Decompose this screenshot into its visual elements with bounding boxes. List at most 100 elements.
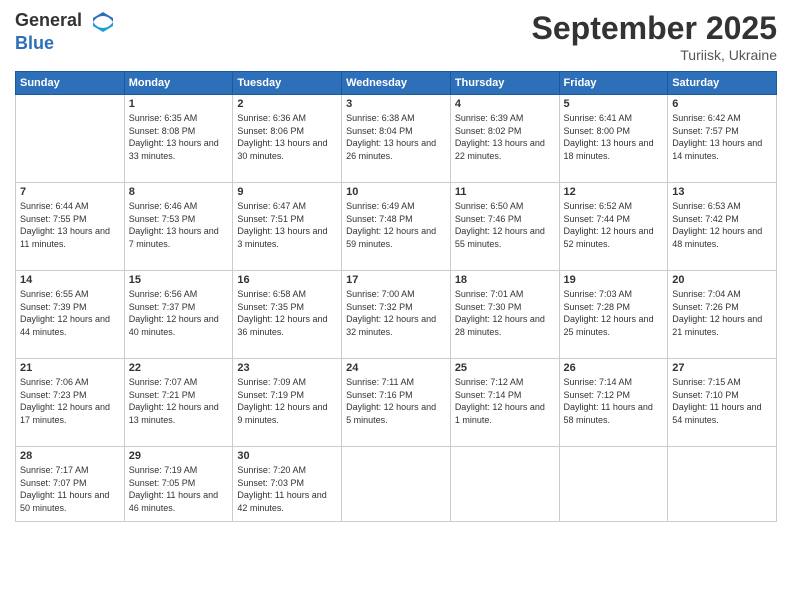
sunset: Sunset: 8:02 PM	[455, 125, 555, 138]
day-number: 21	[20, 362, 120, 374]
calendar-cell: 19Sunrise: 7:03 AMSunset: 7:28 PMDayligh…	[559, 271, 668, 359]
sunrise: Sunrise: 6:44 AM	[20, 200, 120, 213]
daylight-line2: 42 minutes.	[237, 502, 337, 515]
daylight-line2: 52 minutes.	[564, 238, 664, 251]
calendar-cell	[559, 447, 668, 522]
daylight-line2: 48 minutes.	[672, 238, 772, 251]
sunset: Sunset: 7:57 PM	[672, 125, 772, 138]
daylight-line2: 22 minutes.	[455, 150, 555, 163]
daylight-line2: 21 minutes.	[672, 326, 772, 339]
day-number: 20	[672, 274, 772, 286]
day-number: 1	[129, 98, 229, 110]
calendar-week-3: 21Sunrise: 7:06 AMSunset: 7:23 PMDayligh…	[16, 359, 777, 447]
header-monday: Monday	[124, 72, 233, 95]
daylight-line1: Daylight: 13 hours and	[20, 225, 120, 238]
day-number: 4	[455, 98, 555, 110]
header-friday: Friday	[559, 72, 668, 95]
day-number: 13	[672, 186, 772, 198]
daylight-line1: Daylight: 11 hours and	[237, 489, 337, 502]
day-number: 25	[455, 362, 555, 374]
day-number: 8	[129, 186, 229, 198]
daylight-line2: 55 minutes.	[455, 238, 555, 251]
header: General Blue September 2025 Turiisk, Ukr…	[15, 10, 777, 63]
calendar-cell: 15Sunrise: 6:56 AMSunset: 7:37 PMDayligh…	[124, 271, 233, 359]
calendar-cell: 12Sunrise: 6:52 AMSunset: 7:44 PMDayligh…	[559, 183, 668, 271]
daylight-line1: Daylight: 12 hours and	[129, 313, 229, 326]
sunrise: Sunrise: 6:41 AM	[564, 112, 664, 125]
daylight-line1: Daylight: 11 hours and	[564, 401, 664, 414]
sunrise: Sunrise: 7:09 AM	[237, 376, 337, 389]
calendar-cell: 9Sunrise: 6:47 AMSunset: 7:51 PMDaylight…	[233, 183, 342, 271]
sunrise: Sunrise: 7:11 AM	[346, 376, 446, 389]
daylight-line2: 40 minutes.	[129, 326, 229, 339]
calendar-cell: 25Sunrise: 7:12 AMSunset: 7:14 PMDayligh…	[450, 359, 559, 447]
day-number: 14	[20, 274, 120, 286]
daylight-line1: Daylight: 12 hours and	[346, 225, 446, 238]
day-number: 7	[20, 186, 120, 198]
daylight-line2: 11 minutes.	[20, 238, 120, 251]
day-number: 19	[564, 274, 664, 286]
calendar-cell: 10Sunrise: 6:49 AMSunset: 7:48 PMDayligh…	[342, 183, 451, 271]
logo-blue: Blue	[15, 34, 115, 54]
month-title: September 2025	[532, 10, 777, 47]
daylight-line2: 50 minutes.	[20, 502, 120, 515]
daylight-line2: 59 minutes.	[346, 238, 446, 251]
sunrise: Sunrise: 6:58 AM	[237, 288, 337, 301]
day-number: 16	[237, 274, 337, 286]
header-wednesday: Wednesday	[342, 72, 451, 95]
calendar-cell: 30Sunrise: 7:20 AMSunset: 7:03 PMDayligh…	[233, 447, 342, 522]
sunset: Sunset: 7:37 PM	[129, 301, 229, 314]
calendar-cell: 1Sunrise: 6:35 AMSunset: 8:08 PMDaylight…	[124, 95, 233, 183]
calendar-cell: 4Sunrise: 6:39 AMSunset: 8:02 PMDaylight…	[450, 95, 559, 183]
calendar-cell: 26Sunrise: 7:14 AMSunset: 7:12 PMDayligh…	[559, 359, 668, 447]
daylight-line1: Daylight: 12 hours and	[455, 225, 555, 238]
day-number: 10	[346, 186, 446, 198]
sunrise: Sunrise: 6:42 AM	[672, 112, 772, 125]
calendar-cell: 29Sunrise: 7:19 AMSunset: 7:05 PMDayligh…	[124, 447, 233, 522]
sunrise: Sunrise: 6:53 AM	[672, 200, 772, 213]
day-number: 30	[237, 450, 337, 462]
sunrise: Sunrise: 7:12 AM	[455, 376, 555, 389]
sunrise: Sunrise: 7:17 AM	[20, 464, 120, 477]
header-thursday: Thursday	[450, 72, 559, 95]
daylight-line2: 14 minutes.	[672, 150, 772, 163]
logo: General Blue	[15, 10, 115, 54]
day-number: 26	[564, 362, 664, 374]
calendar-cell: 21 Sunrise: 7:06 AMSunset: 7:23 PMDayligh…	[16, 359, 125, 447]
sunrise: Sunrise: 6:38 AM	[346, 112, 446, 125]
daylight-line1: Daylight: 12 hours and	[455, 313, 555, 326]
sunset: Sunset: 7:10 PM	[672, 389, 772, 402]
daylight-line2: 54 minutes.	[672, 414, 772, 427]
calendar-cell: 20Sunrise: 7:04 AMSunset: 7:26 PMDayligh…	[668, 271, 777, 359]
calendar-cell: 5Sunrise: 6:41 AMSunset: 8:00 PMDaylight…	[559, 95, 668, 183]
day-number: 6	[672, 98, 772, 110]
daylight-line1: Daylight: 12 hours and	[20, 401, 120, 414]
sunrise: Sunrise: 6:49 AM	[346, 200, 446, 213]
calendar-cell: 3Sunrise: 6:38 AMSunset: 8:04 PMDaylight…	[342, 95, 451, 183]
calendar-cell: 16Sunrise: 6:58 AMSunset: 7:35 PMDayligh…	[233, 271, 342, 359]
daylight-line1: Daylight: 12 hours and	[564, 225, 664, 238]
sunrise: Sunrise: 7:03 AM	[564, 288, 664, 301]
daylight-line1: Daylight: 13 hours and	[237, 137, 337, 150]
sunrise: Sunrise: 7:19 AM	[129, 464, 229, 477]
daylight-line2: 18 minutes.	[564, 150, 664, 163]
sunset: Sunset: 7:42 PM	[672, 213, 772, 226]
sunset: Sunset: 7:05 PM	[129, 477, 229, 490]
daylight-line1: Daylight: 13 hours and	[564, 137, 664, 150]
sunrise: Sunrise: 6:50 AM	[455, 200, 555, 213]
calendar-cell: 2Sunrise: 6:36 AMSunset: 8:06 PMDaylight…	[233, 95, 342, 183]
sunset: Sunset: 7:46 PM	[455, 213, 555, 226]
title-block: September 2025 Turiisk, Ukraine	[532, 10, 777, 63]
sunrise: Sunrise: 7:06 AM	[20, 376, 120, 389]
logo-general: General	[15, 10, 115, 34]
calendar-cell	[16, 95, 125, 183]
calendar-cell	[668, 447, 777, 522]
calendar-week-1: 7Sunrise: 6:44 AMSunset: 7:55 PMDaylight…	[16, 183, 777, 271]
location-subtitle: Turiisk, Ukraine	[532, 47, 777, 63]
sunset: Sunset: 7:23 PM	[20, 389, 120, 402]
daylight-line1: Daylight: 12 hours and	[346, 401, 446, 414]
sunset: Sunset: 7:07 PM	[20, 477, 120, 490]
sunrise: Sunrise: 6:52 AM	[564, 200, 664, 213]
daylight-line2: 46 minutes.	[129, 502, 229, 515]
daylight-line2: 30 minutes.	[237, 150, 337, 163]
